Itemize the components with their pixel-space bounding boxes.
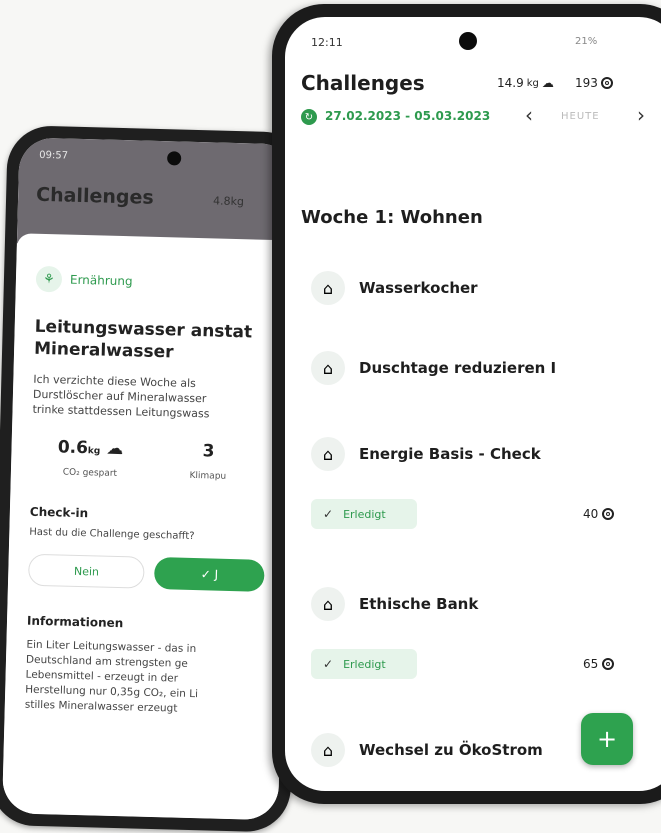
info-heading: Informationen [26, 613, 124, 631]
done-label: Erledigt [343, 657, 386, 671]
status-time: 12:11 [311, 36, 343, 49]
coin-icon [602, 508, 615, 520]
app-header: Challenges 14.9 kg ☁ 193 [285, 57, 661, 99]
coin-icon [602, 658, 615, 670]
cloud-icon: ☁ [541, 76, 554, 90]
house-icon: ⌂ [311, 587, 345, 621]
checkin-buttons: Nein ✓ J [27, 553, 265, 592]
points-total: 193 [575, 76, 613, 90]
points-value: 65 [583, 657, 599, 671]
challenge-item-energie[interactable]: ⌂ Energie Basis - Check [311, 437, 541, 471]
points-value: 40 [583, 507, 599, 521]
challenge-detail-sheet: ⚘ Ernährung Leitungswasser anstat Minera… [1, 233, 294, 821]
co2-saved-unit: kg [87, 446, 101, 457]
challenge-name: Wechsel zu ÖkoStrom [359, 741, 543, 759]
status-bar: 12:11 21% [285, 17, 661, 57]
check-icon: ✓ [323, 657, 334, 671]
check-icon: ✓ [323, 507, 334, 521]
front-screen: 12:11 21% Challenges 14.9 kg ☁ 193 ↻ 27.0… [285, 17, 661, 791]
status-badge-done: ✓ Erledigt [311, 499, 417, 529]
challenge-name: Ethische Bank [359, 595, 479, 613]
challenge-points: 40 [583, 507, 615, 521]
week-title: Woche 1: Wohnen [301, 207, 483, 228]
date-range: 27.02.2023 - 05.03.2023 [325, 109, 491, 123]
chevron-right-icon[interactable]: › [637, 103, 645, 127]
no-button[interactable]: Nein [27, 553, 146, 589]
yes-button[interactable]: ✓ J [154, 556, 265, 592]
chevron-left-icon[interactable]: ‹ [525, 103, 533, 127]
front-phone: 12:11 21% Challenges 14.9 kg ☁ 193 ↻ 27.0… [272, 4, 661, 804]
challenge-item-wasserkocher[interactable]: ⌂ Wasserkocher [311, 271, 478, 305]
category-tag: ⚘ Ernährung [35, 265, 273, 298]
battery-indicator: 21% [575, 36, 598, 47]
challenge-item-oekostrom[interactable]: ⌂ Wechsel zu ÖkoStrom [311, 733, 543, 767]
challenge-item-ethische-bank[interactable]: ⌂ Ethische Bank [311, 587, 478, 621]
challenge-item-duschtage[interactable]: ⌂ Duschtage reduzieren I [311, 351, 556, 385]
back-screen: 09:57 Challenges 4.8kg ⚘ Ernährung Leitu… [1, 137, 296, 821]
house-icon: ⌂ [311, 271, 345, 305]
climate-points-stat: 3 Klimapu [149, 440, 268, 483]
house-icon: ⌂ [311, 437, 345, 471]
category-label: Ernährung [69, 272, 133, 289]
date-navigation: ↻ 27.02.2023 - 05.03.2023 ‹ HEUTE › [285, 99, 661, 139]
challenge-title: Leitungswasser anstat Mineralwasser [34, 316, 271, 366]
house-icon: ⌂ [311, 733, 345, 767]
back-camera-icon [167, 151, 182, 166]
co2-saved-stat: 0.6kg ☁ CO₂ gespart [31, 437, 150, 480]
coin-icon [600, 77, 613, 89]
co2-saved-value: 0.6 [57, 437, 89, 459]
back-app-title: Challenges [35, 183, 154, 209]
today-button[interactable]: HEUTE [561, 111, 600, 122]
co2-total: 14.9 kg ☁ [497, 76, 554, 90]
cloud-icon: ☁ [106, 438, 124, 460]
checkin-question: Hast du die Challenge geschafft? [29, 526, 195, 543]
climate-points-label: Klimapu [189, 470, 227, 482]
house-icon: ⌂ [311, 351, 345, 385]
camera-icon [459, 32, 477, 50]
done-label: Erledigt [343, 507, 386, 521]
back-phone: 09:57 Challenges 4.8kg ⚘ Ernährung Leitu… [0, 125, 308, 833]
status-badge-done: ✓ Erledigt [311, 649, 417, 679]
climate-points-value: 3 [202, 441, 215, 462]
co2-total-unit: kg [526, 77, 539, 89]
info-text: Ein Liter Leitungswasser - das in Deutsc… [25, 638, 263, 719]
challenge-points: 65 [583, 657, 615, 671]
add-challenge-button[interactable]: + [581, 713, 633, 765]
back-status-time: 09:57 [39, 149, 69, 162]
points-total-value: 193 [575, 76, 598, 90]
challenge-name: Duschtage reduzieren I [359, 359, 557, 377]
sprout-icon: ⚘ [35, 265, 63, 293]
challenge-description: Ich verzichte diese Woche als Durstlösch… [32, 372, 269, 423]
challenge-name: Energie Basis - Check [359, 445, 541, 463]
checkin-heading: Check-in [29, 504, 89, 521]
co2-total-value: 14.9 [497, 76, 524, 90]
page-title: Challenges [301, 71, 425, 95]
calendar-icon: ↻ [301, 109, 317, 125]
co2-saved-label: CO₂ gespart [62, 467, 118, 479]
challenge-name: Wasserkocher [359, 279, 478, 297]
challenge-stats: 0.6kg ☁ CO₂ gespart 3 Klimapu [31, 437, 268, 483]
back-co2-total: 4.8kg [212, 194, 245, 209]
